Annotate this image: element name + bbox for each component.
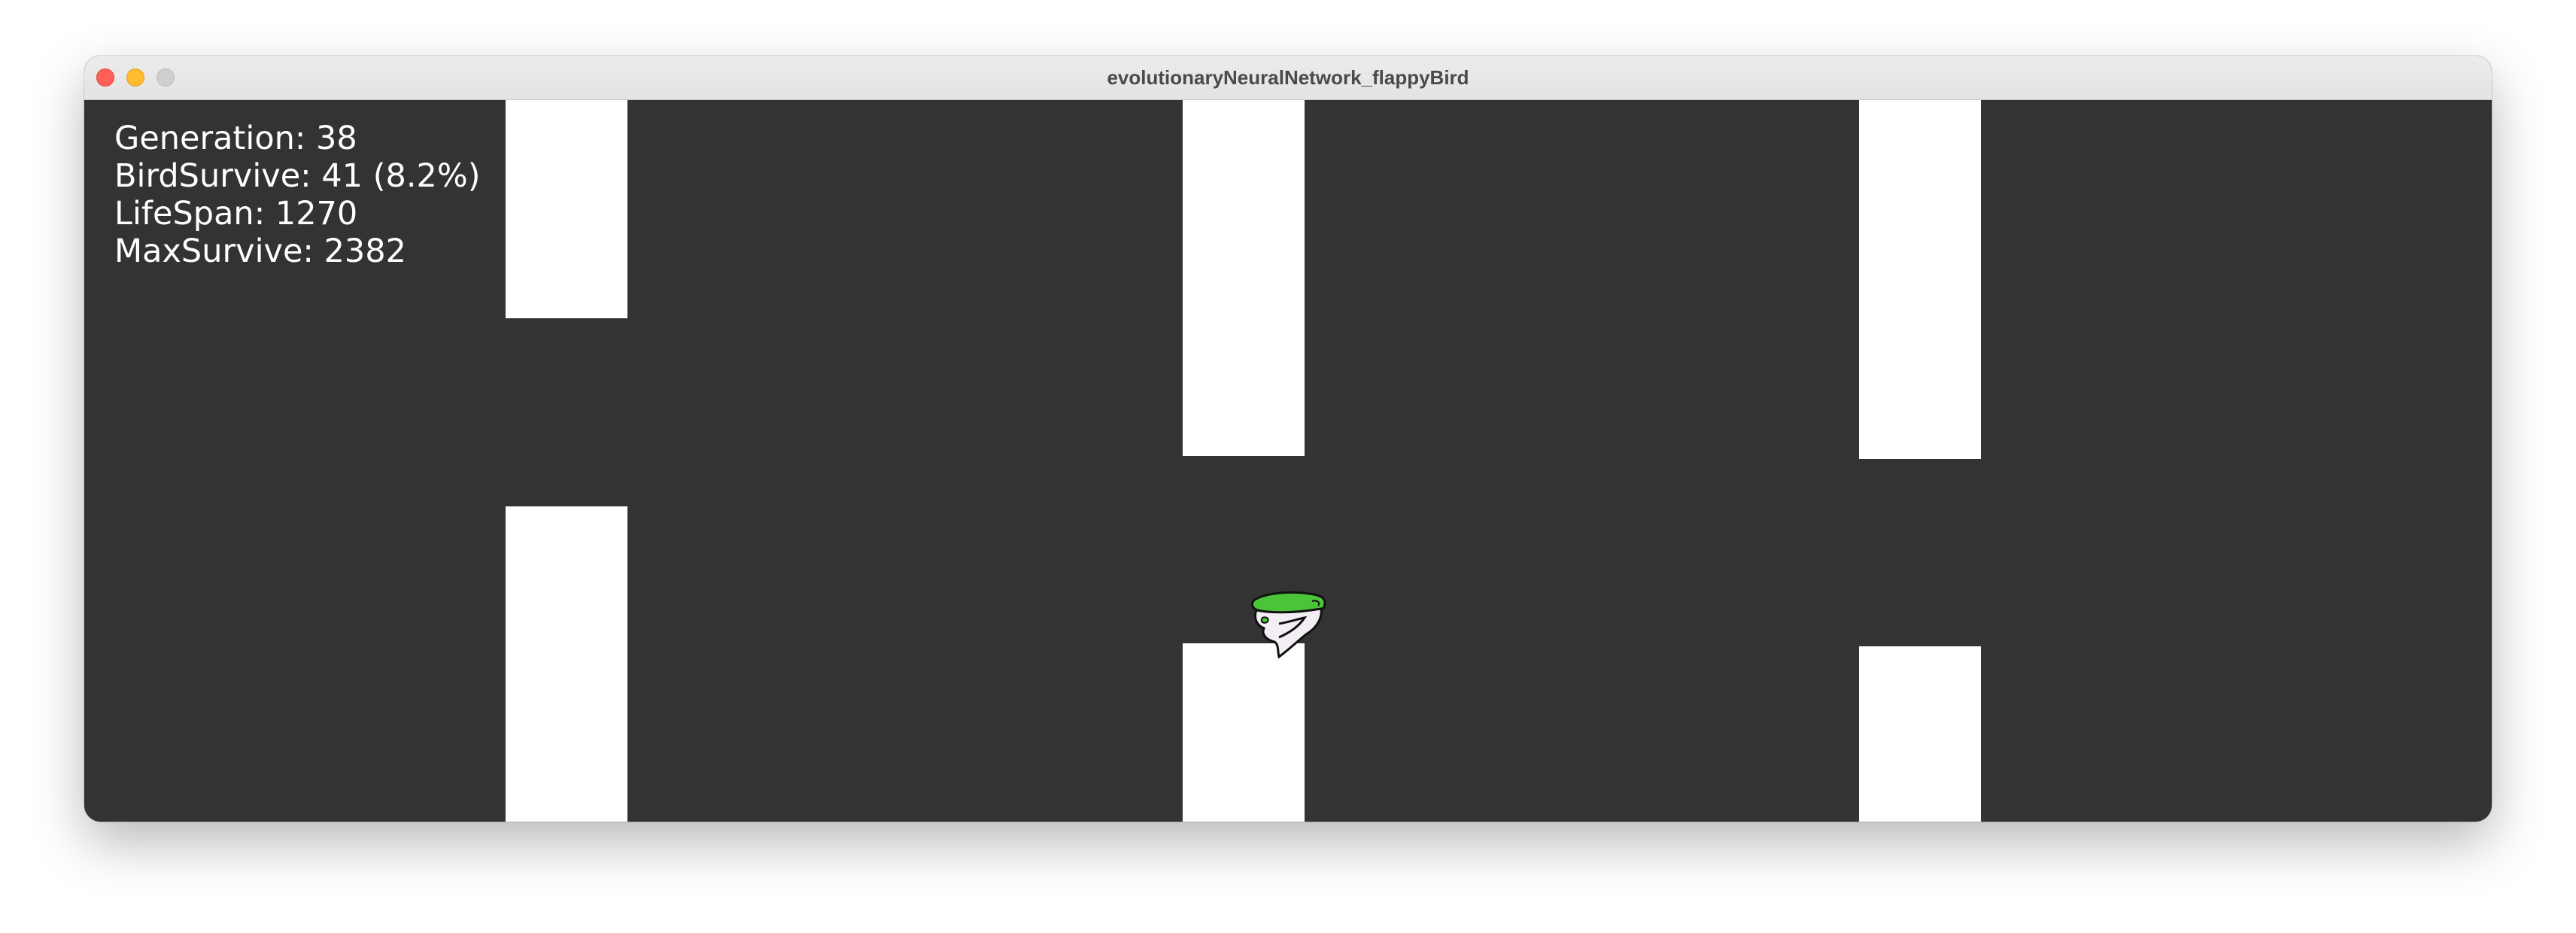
pipe-bottom	[1859, 646, 1981, 822]
game-canvas[interactable]: Generation: 38 BirdSurvive: 41 (8.2%) Li…	[84, 100, 2492, 822]
pipe-top	[1183, 100, 1305, 456]
app-window: evolutionaryNeuralNetwork_flappyBird Gen…	[84, 56, 2492, 822]
bird-icon	[1251, 591, 1326, 659]
lifespan-label: LifeSpan: 1270	[114, 195, 358, 232]
title-bar[interactable]: evolutionaryNeuralNetwork_flappyBird	[84, 56, 2492, 100]
pipe-top	[1859, 100, 1981, 459]
max-survive-label: MaxSurvive: 2382	[114, 232, 407, 270]
bird-survive-label: BirdSurvive: 41 (8.2%)	[114, 157, 481, 195]
generation-label: Generation: 38	[114, 120, 357, 157]
pipe-bottom	[1183, 643, 1305, 822]
pipe-top	[506, 100, 627, 318]
stats-hud: Generation: 38 BirdSurvive: 41 (8.2%) Li…	[114, 120, 481, 270]
window-title: evolutionaryNeuralNetwork_flappyBird	[1107, 66, 1469, 89]
pipe-bottom	[506, 506, 627, 822]
